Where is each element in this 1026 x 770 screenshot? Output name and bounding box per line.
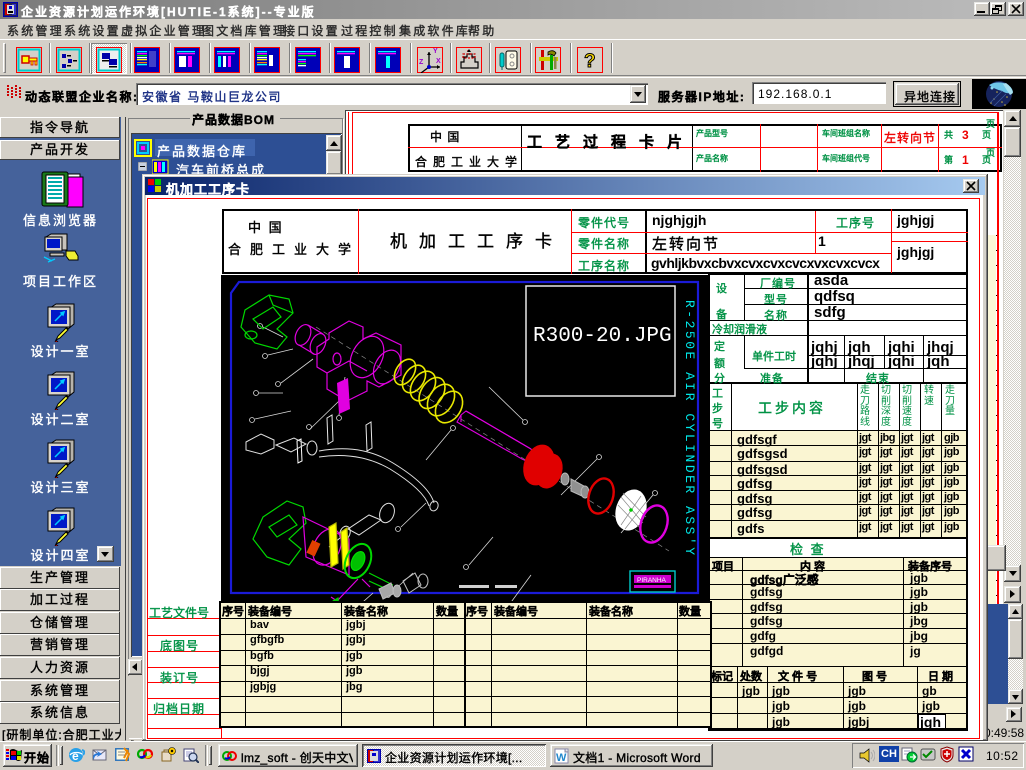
svg-text:?: ? [584, 51, 596, 72]
svg-text:Z: Z [419, 59, 424, 66]
svg-text:R-250E AIR CYLINDER ASS'Y: R-250E AIR CYLINDER ASS'Y [682, 300, 697, 558]
svg-text:PIRANHA: PIRANHA [637, 577, 667, 584]
svg-text:Y: Y [433, 48, 438, 55]
svg-text:e: e [72, 749, 79, 763]
svg-text:R300-20.JPG: R300-20.JPG [533, 325, 672, 348]
svg-text:W: W [556, 752, 567, 764]
svg-text:X: X [436, 58, 441, 65]
